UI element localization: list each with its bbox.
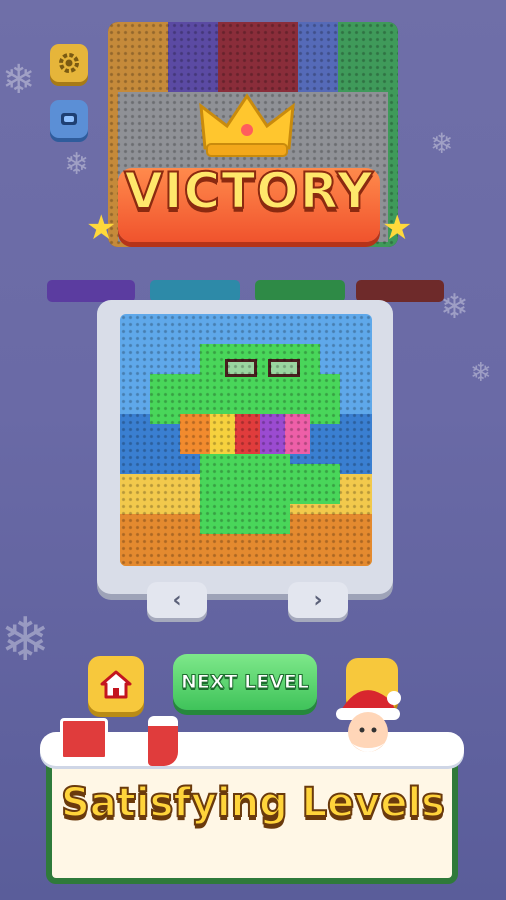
next-level-label: NEXT LEVEL bbox=[181, 671, 310, 694]
snowflake-decor: ❄ bbox=[64, 147, 90, 182]
pixel-artwork bbox=[120, 314, 372, 566]
snowflake-decor: ❄ bbox=[430, 127, 454, 160]
victory-title: VICTORY bbox=[123, 161, 374, 221]
chevron-left-icon: ‹ bbox=[172, 587, 182, 613]
stocking-icon bbox=[148, 716, 178, 766]
home-button[interactable] bbox=[88, 656, 144, 712]
santa-icon bbox=[336, 690, 401, 752]
yarn-spool bbox=[255, 280, 345, 302]
previous-artwork-button[interactable]: ‹ bbox=[147, 582, 207, 618]
star-icon: ★ bbox=[382, 208, 413, 248]
collect-icon bbox=[61, 113, 77, 125]
snowflake-decor: ❄ bbox=[440, 287, 469, 327]
gift-icon bbox=[60, 718, 108, 760]
settings-button[interactable] bbox=[50, 44, 88, 82]
snowflake-decor: ❄ bbox=[2, 57, 36, 103]
yarn-spool bbox=[47, 280, 135, 302]
snowflake-decor: ❄ bbox=[0, 605, 51, 675]
collect-button[interactable] bbox=[50, 100, 88, 138]
yarn-spool bbox=[356, 280, 444, 302]
next-level-button[interactable]: NEXT LEVEL bbox=[173, 654, 317, 710]
home-icon bbox=[100, 670, 132, 699]
snowflake-decor: ❄ bbox=[470, 358, 492, 388]
next-artwork-button[interactable]: › bbox=[288, 582, 348, 618]
star-icon: ★ bbox=[86, 208, 117, 248]
chevron-right-icon: › bbox=[313, 587, 323, 613]
gear-icon bbox=[59, 53, 79, 73]
crown-icon bbox=[199, 93, 295, 157]
promo-title: Satisfying Levels bbox=[60, 779, 446, 827]
yarn-spool bbox=[150, 280, 240, 302]
